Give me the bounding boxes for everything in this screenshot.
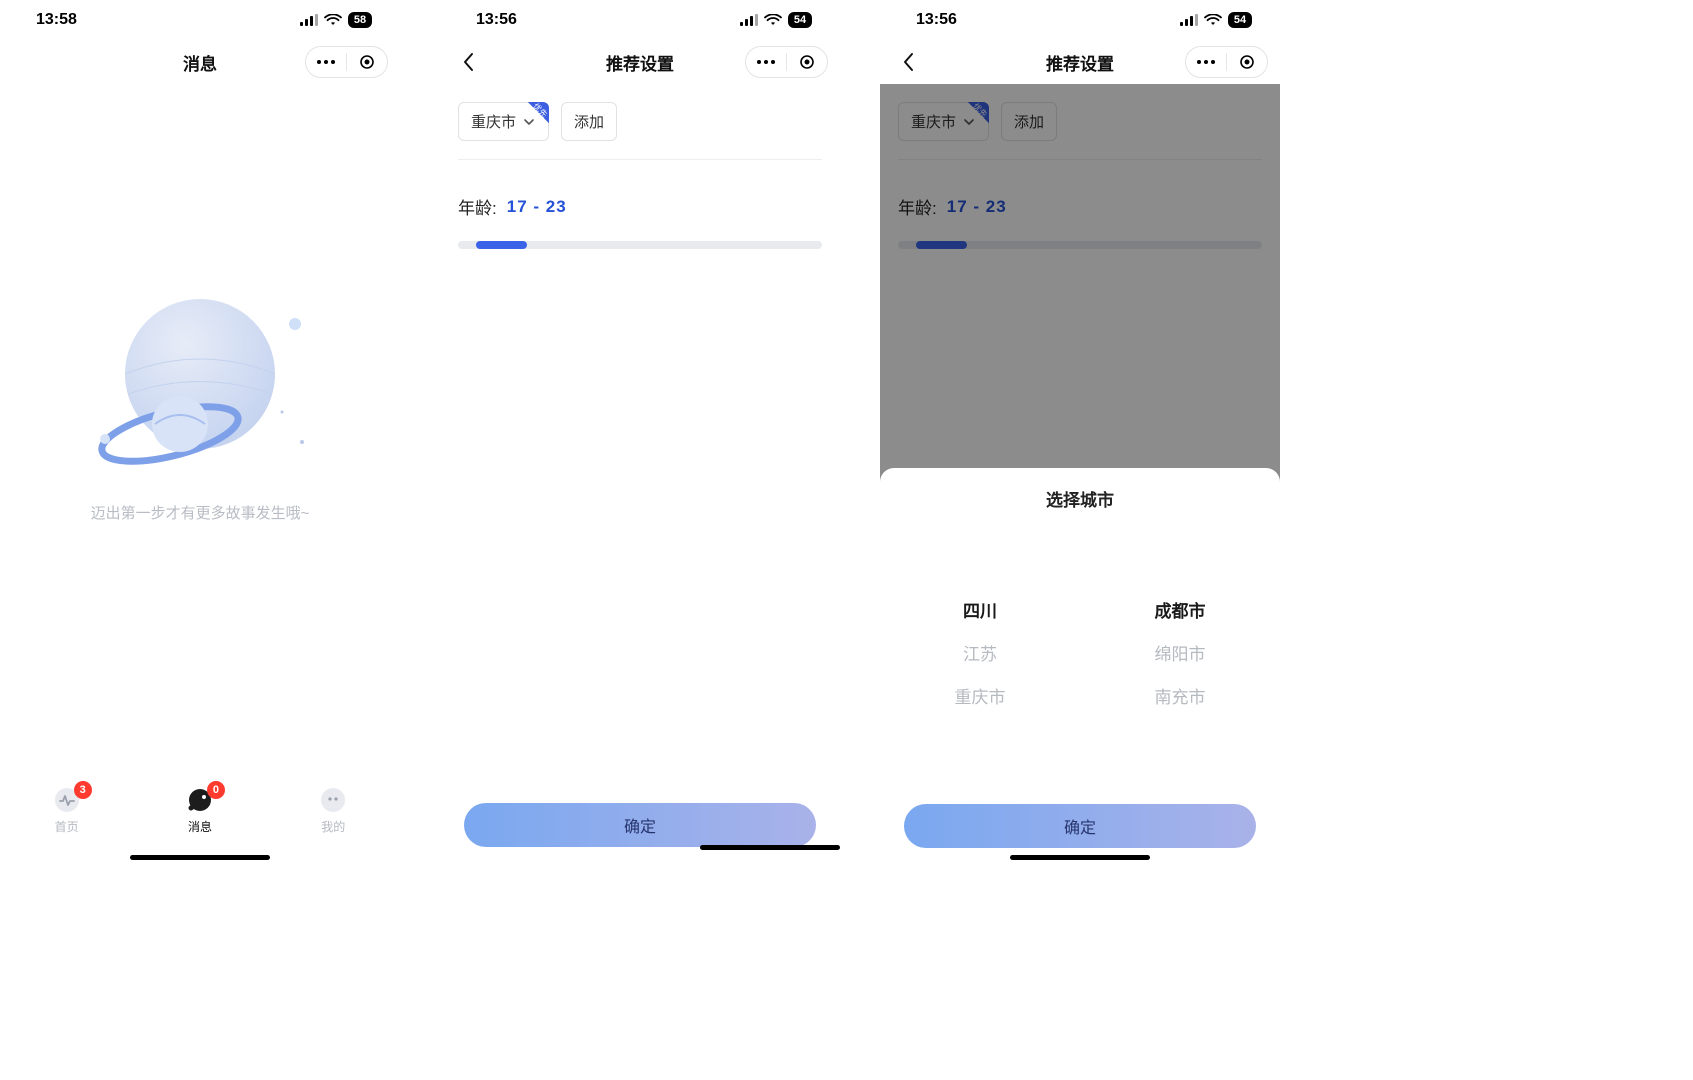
- status-bar: 13:58 58: [0, 0, 400, 40]
- badge-home: 3: [74, 781, 92, 799]
- close-target-icon[interactable]: [787, 47, 827, 77]
- status-icons: 54: [1180, 12, 1252, 28]
- wifi-icon: [764, 14, 782, 26]
- city-option-selected[interactable]: 成都市: [1155, 597, 1206, 622]
- tab-home-label: 首页: [55, 818, 79, 835]
- province-column[interactable]: 四川 江苏 重庆市: [880, 561, 1080, 796]
- city-picker-sheet: 选择城市 四川 江苏 重庆市 成都市 绵阳市 南充市 确定: [880, 468, 1280, 868]
- cellular-icon: [1180, 14, 1198, 26]
- close-target-icon[interactable]: [347, 47, 387, 77]
- clock: 13:58: [36, 11, 77, 29]
- nav-bar: 消息: [0, 40, 400, 84]
- clock: 13:56: [476, 11, 517, 29]
- screen-recommend-settings: 13:56 54 推荐设置 重庆市: [440, 0, 840, 868]
- empty-caption: 迈出第一步才有更多故事发生哦~: [91, 502, 310, 523]
- tab-messages[interactable]: 0 消息: [185, 786, 215, 835]
- profile-icon: [319, 786, 347, 817]
- miniprogram-capsule[interactable]: [745, 46, 828, 78]
- city-chip[interactable]: 重庆市 优先: [458, 102, 549, 141]
- priority-tag: 优先: [519, 102, 549, 132]
- battery-indicator: 58: [348, 12, 372, 28]
- age-row: 年龄: 17 - 23: [458, 194, 822, 219]
- miniprogram-capsule[interactable]: [1185, 46, 1268, 78]
- more-icon[interactable]: [306, 47, 346, 77]
- content: 重庆市 优先 添加 年龄: 17 - 23: [440, 84, 840, 803]
- chevron-left-icon: [902, 52, 914, 72]
- close-target-icon[interactable]: [1227, 47, 1267, 77]
- miniprogram-capsule[interactable]: [305, 46, 388, 78]
- tab-profile[interactable]: 我的: [318, 786, 348, 835]
- back-button[interactable]: [894, 48, 922, 76]
- page-title: 推荐设置: [606, 50, 674, 75]
- city-option[interactable]: 南充市: [1155, 683, 1206, 708]
- home-indicator[interactable]: [1010, 855, 1150, 860]
- status-bar: 13:56 54: [880, 0, 1280, 40]
- screen-recommend-settings-picker: 13:56 54 推荐设置 重庆市 优先 添: [880, 0, 1280, 868]
- cellular-icon: [300, 14, 318, 26]
- nav-bar: 推荐设置: [440, 40, 840, 84]
- tab-profile-label: 我的: [321, 818, 345, 835]
- city-column[interactable]: 成都市 绵阳市 南充市: [1080, 561, 1280, 796]
- slider-fill: [476, 241, 527, 249]
- province-option[interactable]: 江苏: [963, 640, 997, 665]
- status-icons: 54: [740, 12, 812, 28]
- age-value: 17 - 23: [507, 197, 567, 217]
- picker-area[interactable]: 四川 江苏 重庆市 成都市 绵阳市 南充市: [880, 561, 1280, 796]
- wifi-icon: [1204, 14, 1222, 26]
- home-indicator[interactable]: [700, 845, 840, 850]
- chevron-left-icon: [462, 52, 474, 72]
- more-icon[interactable]: [1186, 47, 1226, 77]
- clock: 13:56: [916, 11, 957, 29]
- city-chip-row: 重庆市 优先 添加: [458, 102, 822, 160]
- age-range-slider[interactable]: [458, 241, 822, 249]
- add-city-chip[interactable]: 添加: [561, 102, 617, 141]
- home-indicator[interactable]: [130, 855, 270, 860]
- add-city-label: 添加: [574, 111, 604, 132]
- province-option-selected[interactable]: 四川: [963, 597, 997, 622]
- screen-messages: 13:58 58 消息: [0, 0, 400, 868]
- tab-bar: 3 首页 0 消息 我的: [0, 778, 400, 868]
- city-option[interactable]: 绵阳市: [1155, 640, 1206, 665]
- province-option[interactable]: 重庆市: [955, 683, 1006, 708]
- back-button[interactable]: [454, 48, 482, 76]
- sheet-confirm-button[interactable]: 确定: [904, 804, 1256, 848]
- page-title: 消息: [183, 50, 217, 75]
- wifi-icon: [324, 14, 342, 26]
- tab-home[interactable]: 3 首页: [52, 786, 82, 835]
- status-bar: 13:56 54: [440, 0, 840, 40]
- status-icons: 58: [300, 12, 372, 28]
- sheet-title: 选择城市: [880, 468, 1280, 521]
- confirm-button[interactable]: 确定: [464, 803, 816, 847]
- page-title: 推荐设置: [1046, 50, 1114, 75]
- cellular-icon: [740, 14, 758, 26]
- more-icon[interactable]: [746, 47, 786, 77]
- age-label: 年龄:: [458, 194, 497, 219]
- battery-indicator: 54: [1228, 12, 1252, 28]
- nav-bar: 推荐设置: [880, 40, 1280, 84]
- tab-messages-label: 消息: [188, 818, 212, 835]
- battery-indicator: 54: [788, 12, 812, 28]
- planet-illustration: [70, 284, 330, 484]
- city-chip-label: 重庆市: [471, 111, 516, 132]
- empty-state: 迈出第一步才有更多故事发生哦~: [0, 84, 400, 778]
- badge-messages: 0: [207, 781, 225, 799]
